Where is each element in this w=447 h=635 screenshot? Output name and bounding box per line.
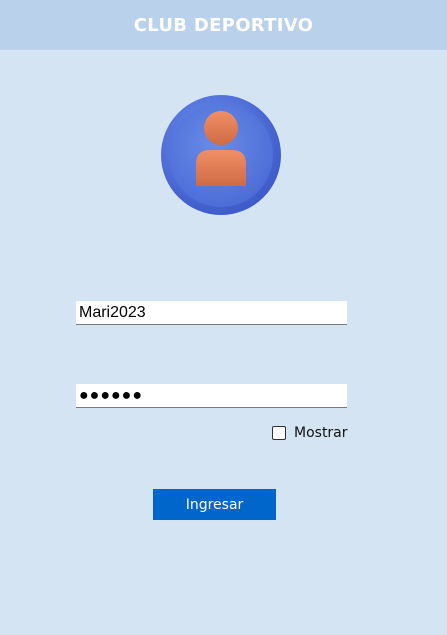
title-bar: CLUB DEPORTIVO xyxy=(0,0,447,50)
show-password-checkbox[interactable] xyxy=(272,426,286,440)
username-input[interactable] xyxy=(76,301,347,325)
login-button[interactable]: Ingresar xyxy=(153,489,276,520)
show-password-toggle[interactable]: Mostrar xyxy=(272,424,348,442)
user-avatar-icon xyxy=(160,94,282,216)
app-title: CLUB DEPORTIVO xyxy=(133,14,314,36)
password-input[interactable] xyxy=(76,384,347,408)
show-password-label: Mostrar xyxy=(294,425,348,441)
